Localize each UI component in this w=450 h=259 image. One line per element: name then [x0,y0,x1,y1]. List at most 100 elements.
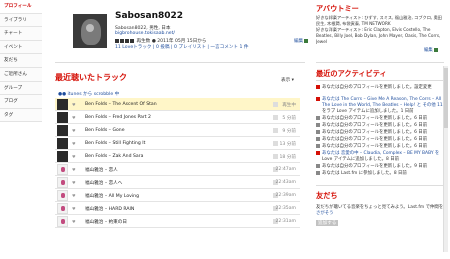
edit-icon [433,47,438,52]
album-art[interactable] [57,216,68,227]
join-icon [316,170,320,175]
track-name[interactable]: 福山雅治 – HARD RAIN [85,206,134,212]
scrollbar[interactable] [443,66,448,252]
love-icon[interactable]: ♥ [72,219,77,224]
album-art[interactable] [57,151,68,162]
profile-edit-link[interactable]: 編集 [294,38,309,44]
profile-update-icon [316,84,320,89]
sidebar-item-library[interactable]: ライブラリ [0,13,42,28]
recent-tools[interactable]: 表示 ▾ [281,77,294,83]
love-icon[interactable]: ♥ [72,180,77,185]
badge-icon [125,38,129,43]
album-art[interactable] [57,190,68,201]
track-row[interactable]: ♥ 福山雅治 – HARD RAIN 22:35am [55,202,300,215]
scrollbar-thumb[interactable] [444,68,448,128]
loves-link[interactable]: 11 Love [115,45,133,50]
track-row[interactable]: ♥ Ben Folds – Still Fighting It 13 分前 [55,137,300,150]
track-name[interactable]: Ben Folds – Still Fighting It [85,141,145,146]
divider [316,62,444,63]
track-name[interactable]: 福山雅治 – All My Loving [85,193,139,199]
love-icon[interactable]: ♥ [72,141,77,146]
profile-update-icon [316,136,320,141]
profile-url[interactable]: bigbrohouse.tokisaab.net/ [115,31,175,36]
love-icon[interactable]: ♥ [72,102,77,107]
recent-title: 最近聴いたトラック [55,73,127,82]
activity-title: 最近のアクティビティ [316,69,387,78]
about-title: アバウトミー [316,4,359,13]
tag-icon[interactable] [273,102,278,107]
album-art[interactable] [57,203,68,214]
track-name[interactable]: 福山雅治 – 恋人 [85,167,118,173]
sidebar-item-profile[interactable]: プロフィール [0,0,42,14]
friends-text-link[interactable]: さがそう [316,210,446,216]
heart-icon [316,96,320,101]
activity-item: あなたは自分のプロフィールを更新しました。6 日前 [316,136,446,142]
track-time: 22:39am [275,193,296,198]
album-art[interactable] [57,112,68,123]
love-icon[interactable]: ♥ [72,167,77,172]
track-name[interactable]: Ben Folds – Zak And Sara [85,154,143,159]
activity-text: あなたは自分のプロフィールを更新しました。6 日前 [322,137,428,142]
love-icon[interactable]: ♥ [72,128,77,133]
activity-item: あなたは Last.fm に参加しました。8 日前 [316,170,446,176]
album-art[interactable] [57,99,68,110]
tag-icon[interactable] [273,154,278,159]
about-line: Jewel [316,39,327,44]
sidebar-item-groups[interactable]: グループ [0,81,42,96]
album-art[interactable] [57,164,68,175]
sidebar-item-blog[interactable]: ブログ [0,95,42,109]
love-icon[interactable]: ♥ [72,154,77,159]
add-friend-button[interactable]: 追加する [316,220,339,226]
profile-update-icon [316,143,320,148]
sidebar-item-neighbours[interactable]: ご近所さん [0,67,42,82]
profile-url-link[interactable]: bigbrohouse.tokisaab.net/ [115,31,175,36]
track-time: 18 分前 [279,155,297,160]
track-row[interactable]: ♥ 福山雅治 – 恋人へ 22:43am [55,176,300,189]
sidebar-item-tags[interactable]: タグ [0,108,42,123]
activity-text: あなたは自分のプロフィールを更新しました。9 日前 [322,164,428,169]
album-art[interactable] [57,138,68,149]
activity-item-cont: Love アイテムに追加しました。8 日前 [322,157,399,162]
tag-icon[interactable] [273,115,278,120]
profile-update-icon [316,122,320,127]
sidebar-item-charts[interactable]: チャート [0,27,42,41]
track-name[interactable]: Ben Folds – The Ascent Of Stan [85,102,157,107]
profile-update-icon [316,129,320,134]
username: Sabosan8022 [115,11,184,21]
scrobble-source[interactable]: ●● itunes から scrobble 中 [58,91,119,97]
track-name[interactable]: 福山雅治 – 約束の日 [85,219,127,225]
avatar[interactable] [73,14,107,48]
tag-icon[interactable] [273,128,278,133]
track-time: 9 分前 [282,129,296,134]
activity-text: あなたは自分のプロフィールを更新しました。6 日前 [322,123,428,128]
track-row[interactable]: ♥ Ben Folds – Fred Jones Part 2 5 分前 [55,111,300,124]
track-row[interactable]: ♥ 福山雅治 – All My Loving 22:39am [55,189,300,202]
love-icon[interactable]: ♥ [72,193,77,198]
track-row[interactable]: ♥ 福山雅治 – 約束の日 22:31am [55,215,300,228]
track-row[interactable]: ♥ Ben Folds – Gone 9 分前 [55,124,300,137]
activity-item: あなたは自分のプロフィールを更新しました。9 日前 [316,163,446,169]
album-art[interactable] [57,125,68,136]
love-icon[interactable]: ♥ [72,115,77,120]
track-row[interactable]: ♥ 福山雅治 – 恋人 22:47am [55,163,300,176]
profile-stats: 11 Loveトラック | 0 投稿 | 0 プレイリスト | 一言コメント 1… [115,44,248,50]
track-row[interactable]: ♥ Ben Folds – The Ascent Of Stan 再生中 [55,98,300,111]
divider [316,185,444,186]
profile-update-icon [316,115,320,120]
profile-edit-label: 編集 [294,39,304,44]
track-name[interactable]: Ben Folds – Gone [85,128,125,133]
album-art[interactable] [57,177,68,188]
activity-text: あなたは自分のプロフィールを更新しました。6 日前 [322,130,428,135]
sidebar-item-events[interactable]: イベント [0,40,42,55]
love-icon[interactable]: ♥ [72,206,77,211]
track-row[interactable]: ♥ Ben Folds – Zak And Sara 18 分前 [55,150,300,163]
track-time: 再生中 [282,103,296,108]
about-edit-link[interactable]: 編集 [424,47,444,53]
track-name[interactable]: 福山雅治 – 恋人へ [85,180,122,186]
track-name[interactable]: Ben Folds – Fred Jones Part 2 [85,115,151,120]
sidebar-item-friends[interactable]: 友だち [0,54,42,68]
tag-icon[interactable] [273,141,278,146]
edit-icon [304,38,309,43]
activity-text: あなたは自分のプロフィールを更新しました。設定変更 [322,85,432,90]
track-time: 5 分前 [282,116,296,121]
